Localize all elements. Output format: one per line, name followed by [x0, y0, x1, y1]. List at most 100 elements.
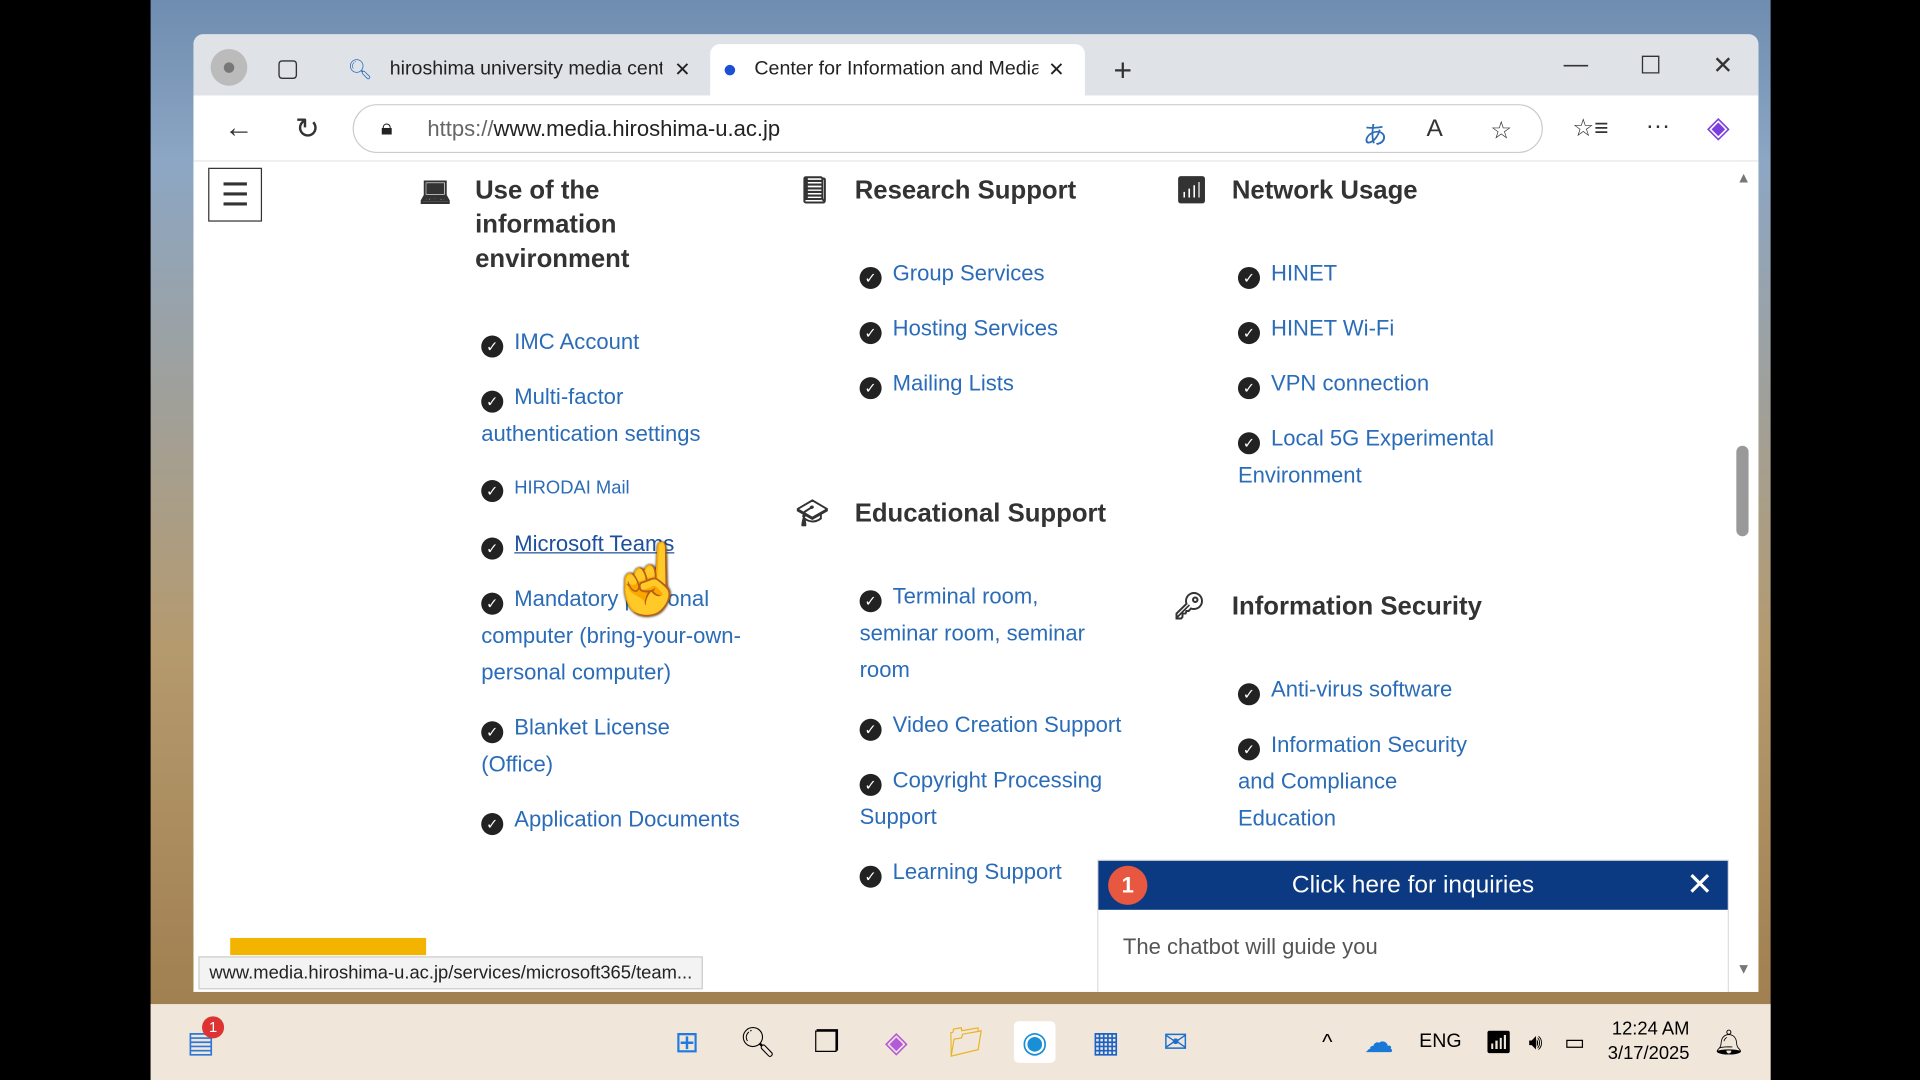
list-item-link[interactable]: ✓ VPN connection	[1237, 365, 1520, 402]
check-icon: ✓	[859, 718, 882, 741]
battery-icon[interactable]: ▭	[1554, 1021, 1596, 1063]
search-icon[interactable]: 🔍︎	[737, 1021, 779, 1063]
browser-window: ● ▢ 🔍︎ hiroshima university media center…	[193, 34, 1759, 992]
site-logo-icon: ●	[722, 55, 738, 83]
check-icon: ✓	[859, 377, 882, 400]
list-item-link[interactable]: ✓ Mailing Lists	[859, 365, 1123, 402]
taskbar: ▤ 1 ⊞ 🔍︎ ❐ ◈ 📁︎ ◉ ▦ ✉ ^ ☁ ENG 📶︎ 🔊︎ ▭ 12…	[150, 1004, 1771, 1080]
list-research: ✓ Group Services ✓ Hosting Services ✓ Maili…	[859, 255, 1123, 402]
check-icon: ✓	[859, 590, 882, 613]
yellow-banner	[230, 937, 427, 956]
profile-avatar-icon[interactable]: ●	[210, 48, 248, 86]
list-item-link[interactable]: ✓ Hosting Services	[859, 310, 1123, 347]
lock-icon: 🔒︎	[380, 115, 393, 140]
file-explorer-icon[interactable]: 📁︎	[945, 1021, 987, 1063]
check-icon: ✓	[481, 335, 504, 358]
list-item-link[interactable]: ✓ Anti-virus software	[1237, 671, 1501, 708]
scroll-up-icon: ▲	[1736, 168, 1751, 187]
list-security: ✓ Anti-virus software ✓ Information Securi…	[1237, 671, 1501, 836]
graduation-cap-icon: 🎓︎	[795, 499, 829, 528]
store-icon[interactable]: ▦	[1085, 1021, 1127, 1063]
check-icon: ✓	[481, 480, 504, 503]
refresh-icon[interactable]: ↻	[289, 110, 326, 147]
task-view-icon[interactable]: ❐	[806, 1021, 848, 1063]
section-heading: Network Usage	[1231, 176, 1418, 205]
list-item-link[interactable]: ✓ Group Services	[859, 255, 1123, 292]
web-page: ☰ 💻︎ Use of the information environment …	[193, 161, 1759, 992]
list-item-link[interactable]: ✓ HIRODAI Mail	[481, 470, 763, 507]
check-icon: ✓	[859, 266, 882, 289]
language-indicator[interactable]: ENG	[1419, 1031, 1461, 1053]
copilot-icon[interactable]: ◈	[876, 1021, 918, 1063]
volume-icon[interactable]: 🔊︎	[1515, 1021, 1557, 1063]
favorite-star-icon[interactable]: ☆	[1490, 115, 1512, 146]
check-icon: ✓	[859, 773, 882, 796]
list-item-link[interactable]: ✓ HINET	[1237, 255, 1520, 292]
check-icon: ✓	[481, 813, 504, 836]
clock[interactable]: 12:24 AM 3/17/2025	[1608, 1018, 1690, 1067]
check-icon: ✓	[859, 322, 882, 345]
list-item-link[interactable]: ✓ HINET Wi-Fi	[1237, 310, 1520, 347]
notification-badge: 1	[1108, 865, 1148, 905]
chevron-up-icon[interactable]: ^	[1307, 1021, 1349, 1063]
list-item-link[interactable]: ✓ Application Documents	[481, 801, 763, 838]
list-item-link[interactable]: ✓ Copyright Processing Support	[859, 762, 1123, 835]
key-icon: 🔑︎	[1173, 592, 1206, 621]
check-icon: ✓	[1237, 266, 1261, 289]
check-icon: ✓	[1237, 377, 1261, 400]
wifi-icon[interactable]: 📶︎	[1478, 1021, 1520, 1063]
check-icon: ✓	[481, 592, 504, 615]
list-item-link[interactable]: ✓ Video Creation Support	[859, 707, 1123, 744]
list-item-link[interactable]: ✓ Information Security and Compliance Edu…	[1237, 726, 1501, 836]
scrollbar[interactable]: ▲ ▼	[1731, 161, 1759, 992]
check-icon: ✓	[1237, 683, 1261, 706]
chat-header[interactable]: 1 Click here for inquiries ✕	[1098, 860, 1728, 910]
tab-active[interactable]: ● Center for Information and Media ✕	[710, 44, 1085, 96]
section-heading: Use of the information environment	[475, 176, 630, 274]
chatbot-widget[interactable]: 1 Click here for inquiries ✕ The chatbot…	[1097, 859, 1729, 992]
list-item-link[interactable]: ✓ Learning Support	[859, 853, 1123, 890]
check-icon: ✓	[1237, 322, 1261, 345]
check-icon: ✓	[1237, 738, 1261, 761]
edge-icon[interactable]: ◉	[1013, 1021, 1056, 1063]
start-icon[interactable]: ⊞	[666, 1021, 708, 1063]
check-icon: ✓	[481, 721, 504, 744]
list-item-link[interactable]: ✓ Terminal room, seminar room, seminar ro…	[859, 578, 1123, 688]
read-aloud-icon[interactable]: A	[1427, 115, 1443, 143]
hand-cursor-icon: ☝	[606, 540, 692, 618]
hamburger-menu-icon[interactable]: ☰	[208, 167, 263, 222]
check-icon: ✓	[481, 390, 504, 413]
close-tab-icon[interactable]: ✕	[1048, 58, 1064, 82]
section-heading: Educational Support	[854, 499, 1107, 528]
list-item-link[interactable]: ✓ Blanket License (Office)	[481, 709, 701, 782]
notification-icon[interactable]: 🔔︎	[1708, 1021, 1750, 1063]
scroll-down-icon: ▼	[1736, 960, 1751, 978]
copilot-icon[interactable]: ◈	[1707, 110, 1730, 146]
onedrive-icon[interactable]: ☁	[1358, 1021, 1400, 1063]
list-education: ✓ Terminal room, seminar room, seminar ro…	[859, 578, 1123, 890]
chat-body: The chatbot will guide you	[1122, 934, 1378, 959]
minimize-icon[interactable]: —	[1558, 47, 1595, 84]
close-window-icon[interactable]: ✕	[1704, 47, 1741, 84]
list-item-link[interactable]: ✓ IMC Account	[481, 323, 763, 360]
list-item-link[interactable]: ✓ Multi-factor authentication settings	[481, 378, 763, 451]
favorites-icon[interactable]: ☆≡	[1572, 113, 1608, 144]
scrollbar-thumb[interactable]	[1736, 445, 1749, 537]
back-icon[interactable]: ←	[220, 110, 257, 147]
status-bar-url: www.media.hiroshima-u.ac.jp/services/mic…	[198, 956, 704, 990]
maximize-icon[interactable]: ☐	[1632, 47, 1669, 84]
outlook-icon[interactable]: ✉	[1155, 1021, 1197, 1063]
close-tab-icon[interactable]: ✕	[674, 58, 690, 82]
list-item-link[interactable]: ✓ Local 5G Experimental Environment	[1237, 420, 1520, 493]
url-input[interactable]: 🔒︎ https://www.media.hiroshima-u.ac.jp あ…	[352, 104, 1543, 154]
widget-badge: 1	[202, 1016, 225, 1039]
list-network: ✓ HINET ✓ HINET Wi-Fi ✓ VPN connection ✓ Loc…	[1237, 255, 1520, 494]
tab-search[interactable]: 🔍︎ hiroshima university media center ✕	[336, 44, 703, 95]
section-heading: Research Support	[854, 176, 1077, 205]
new-tab-icon[interactable]: +	[1104, 51, 1141, 88]
more-icon[interactable]: ···	[1646, 113, 1670, 141]
close-chat-icon[interactable]: ✕	[1686, 866, 1713, 904]
wifi-icon: 📶︎	[1175, 176, 1209, 205]
tab-actions-icon[interactable]: ▢	[272, 51, 304, 83]
translate-icon[interactable]: あ	[1363, 115, 1387, 151]
